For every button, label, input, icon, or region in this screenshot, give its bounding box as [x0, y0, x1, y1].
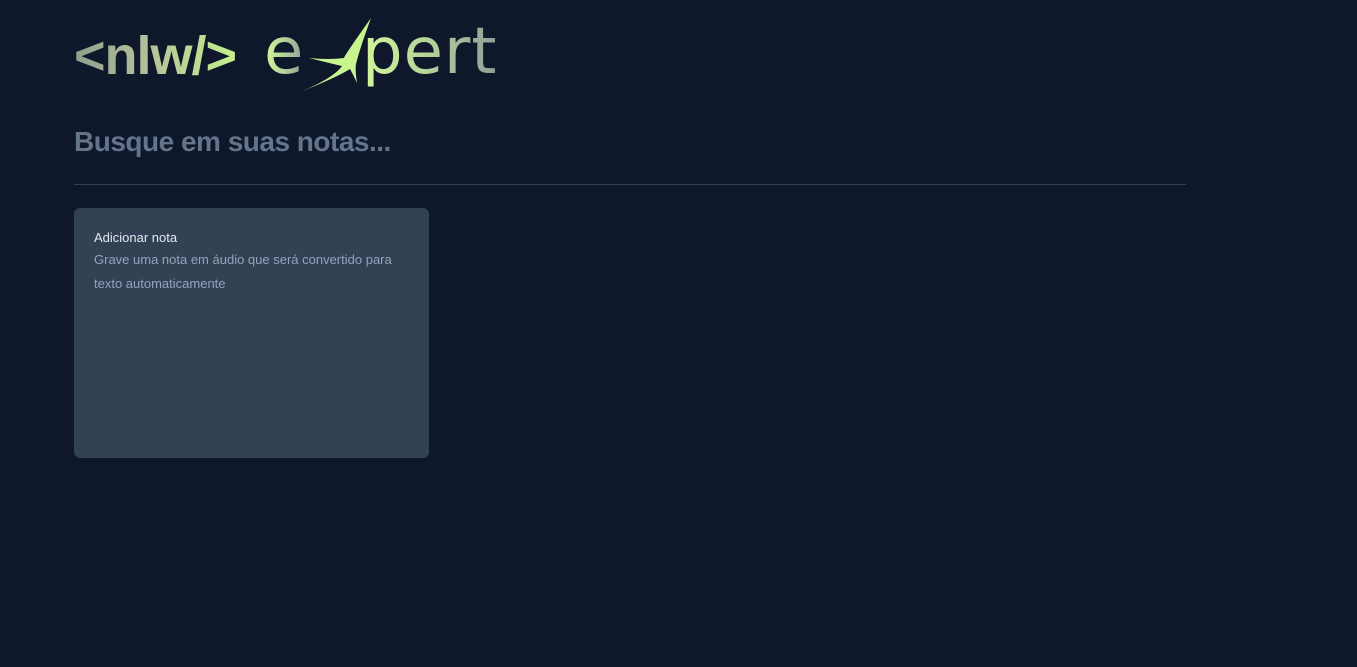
search-input[interactable] [74, 118, 1186, 166]
add-note-title: Adicionar nota [94, 230, 178, 245]
search-form [74, 118, 1186, 185]
logo-right-text: e pert [264, 18, 497, 96]
add-note-card[interactable]: Adicionar nota Grave uma nota em áudio q… [74, 208, 429, 458]
svg-text:<nlw/>: <nlw/> [74, 26, 236, 86]
svg-text:pert: pert [362, 18, 497, 89]
add-note-description: Grave uma nota em áudio que será convert… [94, 252, 392, 291]
app-page: <nlw/> e pert Adicionar nota Grave uma n… [0, 0, 1357, 667]
logo-left-text: <nlw/> [74, 26, 237, 86]
svg-text:e: e [264, 18, 304, 89]
app-logo: <nlw/> e pert [74, 18, 509, 98]
nlw-expert-logo: <nlw/> e pert [74, 18, 497, 96]
notes-grid: Adicionar nota Grave uma nota em áudio q… [74, 208, 1186, 458]
